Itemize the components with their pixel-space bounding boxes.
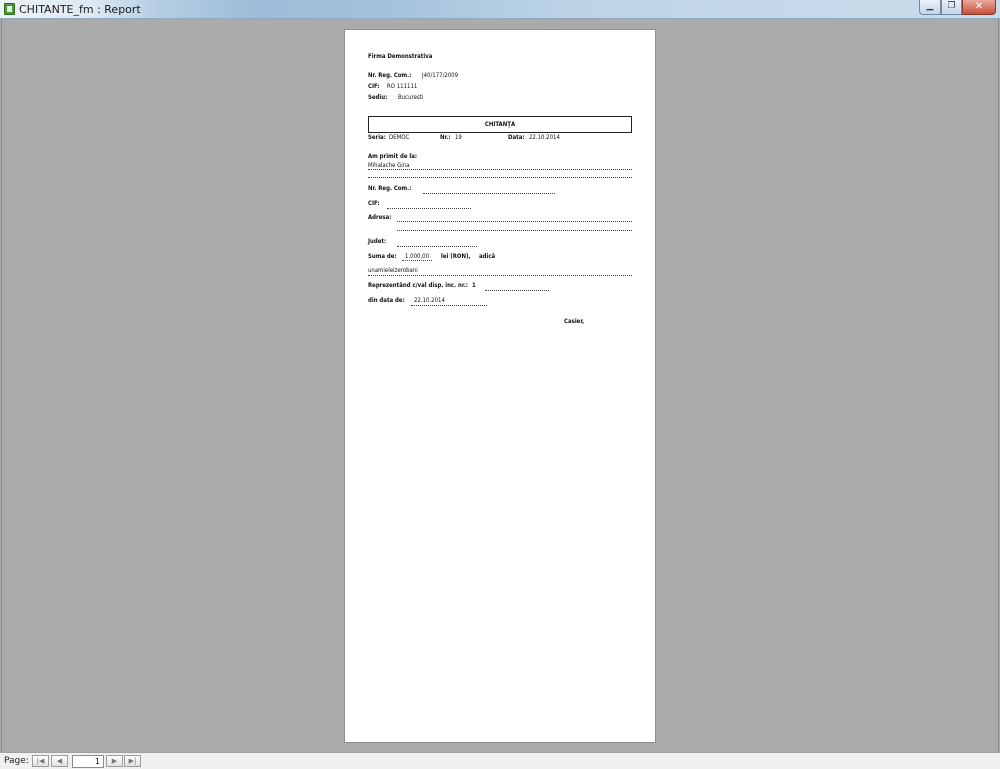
suma-line	[402, 260, 432, 261]
report-icon	[4, 3, 15, 15]
client-reg-com-line	[423, 193, 555, 194]
judet-line	[397, 246, 477, 247]
suma-litere: unamieleizerobani	[368, 267, 418, 274]
title-bar: CHITANTE_fm : Report ▁ ❐ ✕	[0, 0, 1000, 19]
first-page-button[interactable]: |◀	[32, 755, 49, 767]
primit-line-1	[368, 169, 632, 170]
reprezentand-value: 1	[472, 282, 476, 289]
next-page-button[interactable]: ▶	[106, 755, 123, 767]
sediu-label: Sediu:	[368, 94, 388, 101]
nr-label: Nr.:	[440, 134, 451, 141]
client-reg-com-label: Nr. Reg. Com.:	[368, 185, 412, 192]
adica-label: adică	[479, 253, 496, 260]
last-page-button[interactable]: ▶|	[124, 755, 141, 767]
report-page[interactable]: Firma Demonstrativa Nr. Reg. Com.: J40/1…	[344, 29, 656, 743]
adresa-label: Adresa:	[368, 214, 392, 221]
adresa-line-1	[397, 221, 632, 222]
primit-line-2	[368, 177, 632, 178]
window-title: CHITANTE_fm : Report	[19, 3, 141, 16]
client-cif-label: CIF:	[368, 200, 380, 207]
lei-label: lei (RON),	[441, 253, 471, 260]
primit-value: Mihalache Gina	[368, 162, 410, 169]
casier-label: Casier,	[564, 318, 585, 325]
page-number-input[interactable]: 1	[72, 755, 104, 768]
suma-label: Suma de:	[368, 253, 397, 260]
page-label: Page:	[4, 756, 29, 766]
close-button[interactable]: ✕	[962, 0, 996, 15]
primit-label: Am primit de la:	[368, 153, 418, 160]
reg-com-label: Nr. Reg. Com.:	[368, 72, 412, 79]
data-label: Data:	[508, 134, 525, 141]
seria-label: Seria:	[368, 134, 386, 141]
data-value: 22.10.2014	[529, 134, 560, 141]
din-data-value: 22.10.2014	[414, 297, 445, 304]
din-data-label: din data de:	[368, 297, 405, 304]
suma-litere-line	[368, 275, 632, 276]
cif-value: RO 111111	[387, 83, 418, 90]
judet-label: Judet:	[368, 238, 387, 245]
document-title: CHITANŢA	[368, 116, 632, 133]
reprezentand-label: Reprezentând c/val disp. inc. nr.:	[368, 282, 468, 289]
client-cif-line	[387, 208, 471, 209]
reprezentand-line	[485, 290, 549, 291]
minimize-button[interactable]: ▁	[919, 0, 941, 15]
restore-button[interactable]: ❐	[941, 0, 962, 15]
nr-value: 19	[455, 134, 462, 141]
window-controls: ▁ ❐ ✕	[919, 0, 996, 15]
seria-value: DEMOC	[389, 134, 410, 141]
din-data-line	[411, 305, 487, 306]
status-bar: Page: |◀ ◀ 1 ▶ ▶|	[0, 752, 1000, 769]
sediu-value: Bucuresti	[398, 94, 424, 101]
cif-label: CIF:	[368, 83, 380, 90]
previous-page-button[interactable]: ◀	[51, 755, 68, 767]
reg-com-value: J40/177/2009	[422, 72, 459, 79]
adresa-line-2	[397, 230, 632, 231]
suma-value: 1.000,00	[405, 253, 430, 260]
company-name: Firma Demonstrativa	[368, 53, 433, 60]
